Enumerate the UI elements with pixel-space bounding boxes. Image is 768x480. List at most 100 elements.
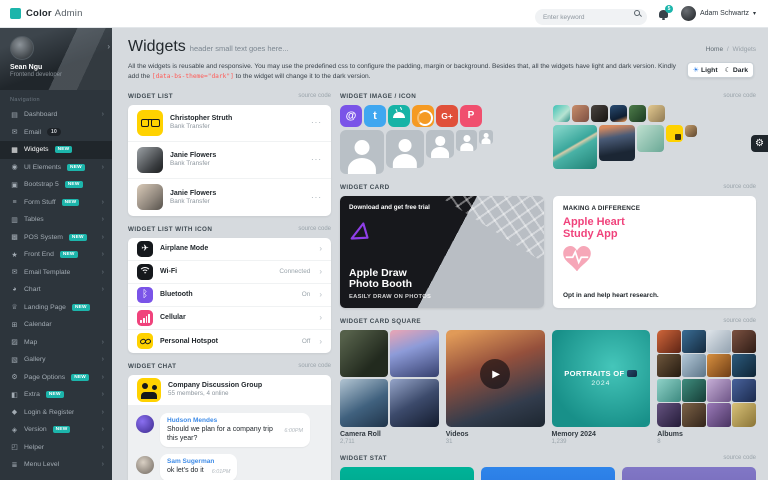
firefox-icon[interactable] (412, 105, 434, 127)
notifications-button[interactable]: 5 (657, 7, 671, 21)
source-code-link[interactable]: source code (298, 226, 331, 232)
photo-thumbnail[interactable] (707, 403, 731, 426)
sidebar-nav-item[interactable]: ♕ Landing Page NEW (0, 299, 112, 317)
sidebar-profile[interactable]: › Sean Ngu Frontend developer (0, 28, 112, 90)
chat-group-header[interactable]: Company Discussion Group 55 members, 4 o… (128, 375, 331, 405)
person-placeholder-icon[interactable] (456, 130, 477, 151)
photo-thumbnail[interactable] (591, 105, 608, 122)
setting-row-bluetooth[interactable]: ᛒ Bluetooth On › (128, 284, 331, 307)
search-box[interactable] (535, 6, 647, 22)
photo-thumbnail[interactable] (707, 379, 731, 402)
twitter-icon[interactable]: t (364, 105, 386, 127)
photo-thumbnail[interactable] (637, 125, 664, 152)
sidebar-nav-item[interactable]: ▥ Tables › (0, 211, 112, 229)
spiral-icon[interactable]: @ (340, 105, 362, 127)
theme-light-button[interactable]: ☀Light (693, 66, 718, 74)
photo-thumbnail[interactable] (732, 379, 756, 402)
user-menu[interactable]: Adam Schwartz ▾ (681, 6, 756, 21)
photo-thumbnail[interactable] (707, 354, 731, 377)
pinterest-icon[interactable]: P (460, 105, 482, 127)
theme-dark-button[interactable]: ☾Dark (725, 66, 748, 74)
sidebar-nav-item[interactable]: ▦ Widgets NEW (0, 141, 112, 159)
chat-sender-name[interactable]: Sam Sugerman (167, 458, 230, 465)
person-placeholder-icon[interactable] (479, 130, 493, 144)
brand[interactable]: Color Admin (0, 8, 112, 19)
sidebar-nav-item[interactable]: ◕ Chart › (0, 281, 112, 299)
play-button[interactable]: ▶ (480, 359, 510, 389)
person-placeholder-icon[interactable] (386, 130, 424, 168)
photo-thumbnail[interactable] (553, 125, 597, 169)
settings-button[interactable]: ⚙ (751, 135, 768, 152)
sidebar-nav-item[interactable]: ✉ Email 10 (0, 124, 112, 142)
list-item[interactable]: Janie Flowers Bank Transfer ··· (128, 179, 331, 216)
sidebar-nav-item[interactable]: ▧ Gallery › (0, 351, 112, 369)
source-code-link[interactable]: source code (298, 93, 331, 99)
setting-row-hotspot[interactable]: Personal Hotspot Off › (128, 330, 331, 353)
sidebar-nav-item[interactable]: ⚙ Page Options NEW › (0, 369, 112, 387)
promo-card[interactable]: Download and get free trial Apple Draw P… (340, 196, 544, 308)
photo-thumbnail[interactable] (682, 330, 706, 353)
photo-thumbnail[interactable] (553, 105, 570, 122)
photo-thumbnail[interactable] (610, 105, 627, 122)
photo-thumbnail[interactable] (707, 330, 731, 353)
sidebar-nav-item[interactable]: ★ Front End NEW › (0, 246, 112, 264)
source-code-link[interactable]: source code (723, 455, 756, 461)
source-code-link[interactable]: source code (723, 318, 756, 324)
setting-row-cellular[interactable]: Cellular › (128, 307, 331, 330)
sidebar-nav-item[interactable]: ◉ UI Elements NEW › (0, 159, 112, 177)
source-code-link[interactable]: source code (723, 93, 756, 99)
photo-thumbnail[interactable] (666, 125, 683, 142)
sidebar-nav-item[interactable]: ◰ Helper › (0, 439, 112, 457)
photo-thumbnail[interactable] (682, 379, 706, 402)
sidebar-nav-item[interactable]: ◆ Login & Register › (0, 404, 112, 422)
sidebar-nav-item[interactable]: ◧ Extra NEW › (0, 386, 112, 404)
camera-roll-grid[interactable] (340, 330, 439, 427)
setting-row-airplane[interactable]: ✈ Airplane Mode › (128, 238, 331, 261)
photo-thumbnail[interactable] (390, 330, 438, 378)
more-menu-icon[interactable]: ··· (311, 155, 322, 164)
breadcrumb-home[interactable]: Home (706, 46, 723, 53)
sidebar-nav-item[interactable]: ✉ Email Template › (0, 264, 112, 282)
google-plus-icon[interactable]: G+ (436, 105, 458, 127)
photo-thumbnail[interactable] (732, 330, 756, 353)
source-code-link[interactable]: source code (298, 363, 331, 369)
photo-thumbnail[interactable] (629, 105, 646, 122)
person-placeholder-icon[interactable] (340, 130, 384, 174)
video-thumbnail[interactable]: ▶ (446, 330, 545, 427)
photo-thumbnail[interactable] (340, 379, 388, 427)
chat-sender-name[interactable]: Hudson Mendes (167, 417, 303, 424)
more-menu-icon[interactable]: ··· (311, 118, 322, 127)
search-input[interactable] (535, 9, 647, 25)
list-item[interactable]: Janie Flowers Bank Transfer ··· (128, 142, 331, 179)
photo-thumbnail[interactable] (732, 354, 756, 377)
more-menu-icon[interactable]: ··· (311, 193, 322, 202)
photo-thumbnail[interactable] (685, 125, 697, 137)
setting-row-wifi[interactable]: Wi-Fi Connected › (128, 261, 331, 284)
photo-thumbnail[interactable] (657, 379, 681, 402)
sidebar-nav-item[interactable]: ▩ POS System NEW › (0, 229, 112, 247)
photo-thumbnail[interactable] (682, 403, 706, 426)
photo-thumbnail[interactable] (657, 330, 681, 353)
person-placeholder-icon[interactable] (426, 130, 454, 158)
android-icon[interactable] (388, 105, 410, 127)
photo-thumbnail[interactable] (657, 354, 681, 377)
list-item[interactable]: Christopher Struth Bank Transfer ··· (128, 105, 331, 142)
photo-thumbnail[interactable] (682, 354, 706, 377)
sidebar-nav-item[interactable]: ▨ Map › (0, 334, 112, 352)
sidebar-nav-item[interactable]: ▤ Dashboard › (0, 106, 112, 124)
search-icon[interactable] (634, 10, 640, 16)
heart-study-card[interactable]: MAKING A DIFFERENCE Apple Heart Study Ap… (553, 196, 756, 308)
sidebar-nav-item[interactable]: ⊞ Calendar (0, 316, 112, 334)
memory-cover[interactable]: PORTRAITS OF 2024 (552, 330, 651, 427)
photo-thumbnail[interactable] (657, 403, 681, 426)
sidebar-nav-item[interactable]: ≣ Menu Level › (0, 456, 112, 474)
photo-thumbnail[interactable] (390, 379, 438, 427)
photo-thumbnail[interactable] (572, 105, 589, 122)
sidebar-nav-item[interactable]: ▣ Bootstrap 5 NEW (0, 176, 112, 194)
photo-thumbnail[interactable] (648, 105, 665, 122)
sidebar-nav-item[interactable]: ◈ Version NEW › (0, 421, 112, 439)
photo-thumbnail[interactable] (599, 125, 635, 161)
sidebar-nav-item[interactable]: ≡ Form Stuff NEW › (0, 194, 112, 212)
photo-thumbnail[interactable] (732, 403, 756, 426)
source-code-link[interactable]: source code (723, 184, 756, 190)
